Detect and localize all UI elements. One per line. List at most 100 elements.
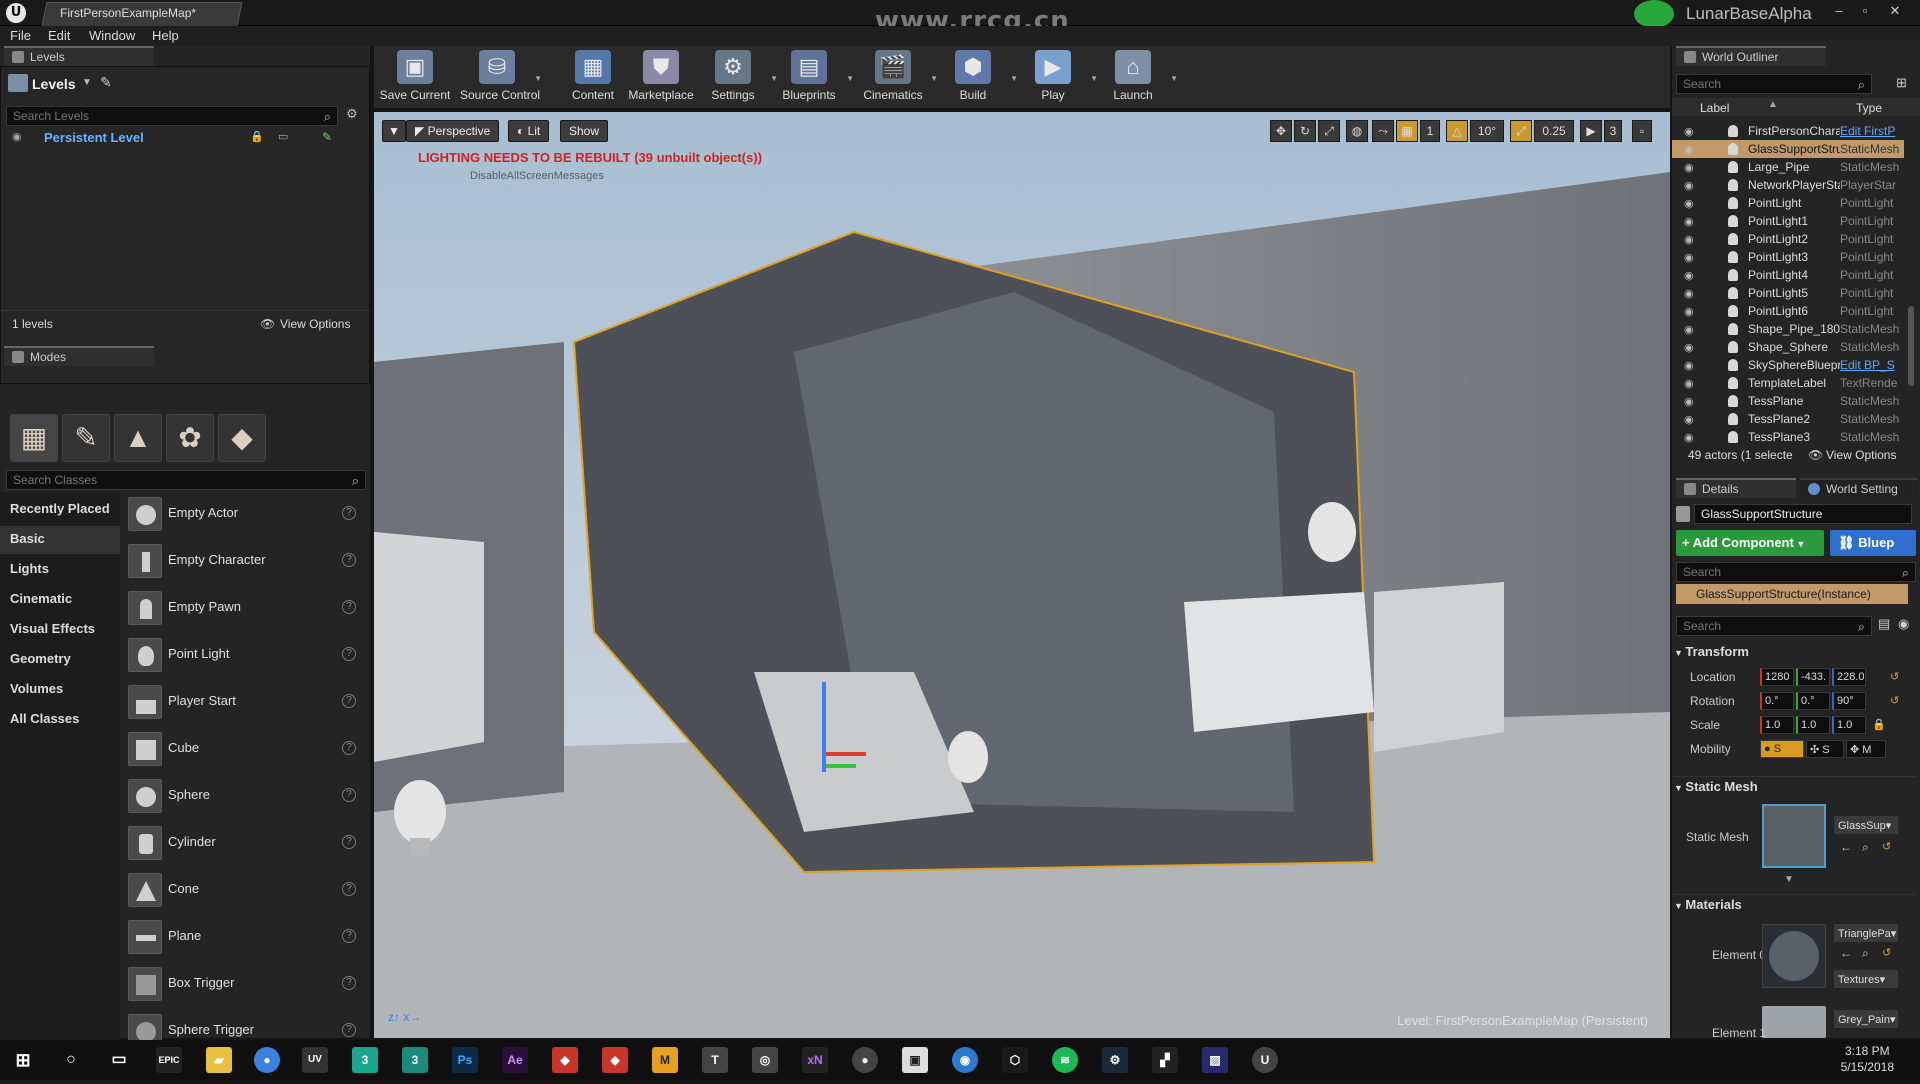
eye-icon[interactable]: ◉ [1684, 143, 1694, 156]
rotation-z-field[interactable]: 90° [1832, 692, 1866, 710]
place-item-cube[interactable]: Cube? [122, 727, 366, 771]
chevron-down-icon[interactable]: ▼ [1170, 74, 1178, 83]
eye-icon[interactable]: ◉ [1684, 215, 1694, 228]
browser-icon[interactable]: ◉ [952, 1047, 978, 1073]
outliner-row[interactable]: ◉ TemplateLabel TextRende [1672, 374, 1904, 392]
modes-tab[interactable]: Modes [4, 346, 154, 366]
mobility-static-toggle[interactable]: ● S [1760, 740, 1804, 758]
static-mesh-dropdown[interactable]: GlassSup▾ [1834, 816, 1898, 834]
transform-section[interactable]: ▼ Transform [1674, 644, 1916, 664]
material-thumbnail[interactable] [1762, 1006, 1826, 1038]
help-icon[interactable]: ? [342, 1023, 356, 1037]
minimize-button[interactable]: – [1828, 2, 1850, 20]
help-icon[interactable]: ? [342, 647, 356, 661]
task-view-icon[interactable]: ▭ [106, 1047, 132, 1073]
camera-speed-icon[interactable]: ▶ [1580, 120, 1602, 142]
help-icon[interactable]: ? [342, 835, 356, 849]
actor-name-field[interactable]: GlassSupportStructure [1694, 504, 1912, 524]
outliner-row[interactable]: ◉ Large_Pipe StaticMesh [1672, 158, 1904, 176]
category-visual-effects[interactable]: Visual Effects [0, 616, 120, 644]
settings-button[interactable]: ⚙ Settings ▼ [696, 48, 778, 106]
scale-snap-value[interactable]: 0.25 [1534, 120, 1574, 142]
unreal-engine-icon[interactable]: U [1252, 1047, 1278, 1073]
static-mesh-thumbnail[interactable] [1762, 804, 1826, 868]
source-control-button[interactable]: ⛁ Source Control ▼ [460, 48, 542, 106]
chrome-icon[interactable]: ● [254, 1047, 280, 1073]
help-icon[interactable]: ? [342, 882, 356, 896]
help-icon[interactable]: ? [342, 553, 356, 567]
eye-icon[interactable]: ◉ [1898, 616, 1909, 632]
category-basic[interactable]: Basic [0, 526, 120, 554]
viewport-options-button[interactable]: ▼ [382, 120, 406, 142]
marketplace-button[interactable]: ⛊ Marketplace [624, 48, 698, 106]
location-x-field[interactable]: 1280 [1760, 668, 1794, 686]
marmoset-icon[interactable]: M [652, 1047, 678, 1073]
eye-icon[interactable]: ◉ [1684, 413, 1694, 426]
help-icon[interactable]: ? [342, 788, 356, 802]
help-icon[interactable]: ? [342, 506, 356, 520]
material-thumbnail[interactable] [1762, 924, 1826, 988]
lock-icon[interactable]: 🔒 [250, 130, 264, 143]
material-dropdown[interactable]: TrianglePa▾ [1834, 924, 1898, 942]
outliner-row[interactable]: ◉ PointLight1 PointLight [1672, 212, 1904, 230]
eye-icon[interactable]: ◉ [1684, 251, 1694, 264]
grid-snap-icon[interactable]: ▦ [1396, 120, 1418, 142]
play-button[interactable]: ▶ Play ▼ [1016, 48, 1098, 106]
levels-view-options[interactable]: View Options [280, 317, 350, 331]
materials-section[interactable]: ▼ Materials [1674, 894, 1916, 914]
location-label[interactable]: Location [1690, 670, 1735, 684]
help-icon[interactable]: ? [342, 741, 356, 755]
rotation-y-field[interactable]: 0.° [1796, 692, 1830, 710]
world-outliner-tab[interactable]: World Outliner [1676, 46, 1826, 66]
reset-icon[interactable]: ↺ [1890, 694, 1899, 707]
uv-app-icon[interactable]: UV [302, 1047, 328, 1073]
category-volumes[interactable]: Volumes [0, 676, 120, 704]
outliner-row[interactable]: ◉ SkySphereBluepr Edit BP_S [1672, 356, 1904, 374]
substance-painter-icon[interactable]: ◆ [602, 1047, 628, 1073]
eye-icon[interactable]: ◉ [1684, 323, 1694, 336]
outliner-row[interactable]: ◉ PointLight5 PointLight [1672, 284, 1904, 302]
menu-file[interactable]: File [10, 28, 31, 43]
substance-icon[interactable]: ◆ [552, 1047, 578, 1073]
outliner-row[interactable]: ◉ Shape_Pipe_180 StaticMesh [1672, 320, 1904, 338]
eye-icon[interactable]: ◉ [12, 130, 22, 143]
color-pencil-icon[interactable]: ✎ [322, 130, 332, 144]
search-icon[interactable]: ○ [58, 1047, 84, 1073]
add-component-button[interactable]: + Add Component ▼ [1676, 530, 1824, 556]
outliner-search-input[interactable]: Search ⌕ [1676, 74, 1872, 94]
eye-icon[interactable]: ◉ [1684, 269, 1694, 282]
maximize-viewport-icon[interactable]: ▫ [1632, 120, 1652, 142]
outliner-row[interactable]: ◉ PointLight6 PointLight [1672, 302, 1904, 320]
details-tab[interactable]: Details [1676, 478, 1796, 498]
outliner-col-type[interactable]: Type [1856, 101, 1882, 115]
build-button[interactable]: ⬢ Build ▼ [936, 48, 1018, 106]
camera-speed-value[interactable]: 3 [1604, 120, 1622, 142]
image-viewer-icon[interactable]: ▣ [902, 1047, 928, 1073]
persistent-level-item[interactable]: Persistent Level [44, 130, 144, 145]
close-button[interactable]: ✕ [1884, 2, 1906, 20]
place-item-empty-pawn[interactable]: Empty Pawn? [122, 586, 366, 630]
mobility-stationary-toggle[interactable]: ✣ S [1806, 740, 1844, 758]
scale-x-field[interactable]: 1.0 [1760, 716, 1794, 734]
outliner-row[interactable]: ◉ Shape_Sphere StaticMesh [1672, 338, 1904, 356]
scale-tool-icon[interactable]: ⤢ [1318, 120, 1340, 142]
scale-z-field[interactable]: 1.0 [1832, 716, 1866, 734]
help-icon[interactable]: ? [342, 600, 356, 614]
place-item-empty-character[interactable]: Empty Character? [122, 539, 366, 583]
outliner-scrollbar[interactable] [1908, 306, 1914, 386]
eye-icon[interactable]: ◉ [1684, 359, 1694, 372]
show-button[interactable]: Show [560, 120, 609, 142]
classes-search-input[interactable]: Search Classes ⌕ [6, 470, 366, 490]
outliner-add-icon[interactable]: ⊞ [1896, 75, 1907, 91]
chevron-down-icon[interactable]: ▼ [846, 74, 854, 83]
rotation-snap-value[interactable]: 10° [1470, 120, 1504, 142]
windows-start-icon[interactable]: ⊞ [10, 1047, 36, 1073]
restore-button[interactable]: ▫ [1854, 2, 1876, 20]
outliner-col-label[interactable]: Label [1700, 101, 1729, 115]
category-lights[interactable]: Lights [0, 556, 120, 584]
outliner-row[interactable]: ◉ GlassSupportStru StaticMesh [1672, 140, 1904, 158]
place-item-box-trigger[interactable]: Box Trigger? [122, 962, 366, 1006]
static-mesh-section[interactable]: ▼ Static Mesh [1674, 776, 1916, 796]
components-search-input[interactable]: Search ⌕ [1676, 562, 1916, 582]
rotation-snap-icon[interactable]: △ [1446, 120, 1468, 142]
